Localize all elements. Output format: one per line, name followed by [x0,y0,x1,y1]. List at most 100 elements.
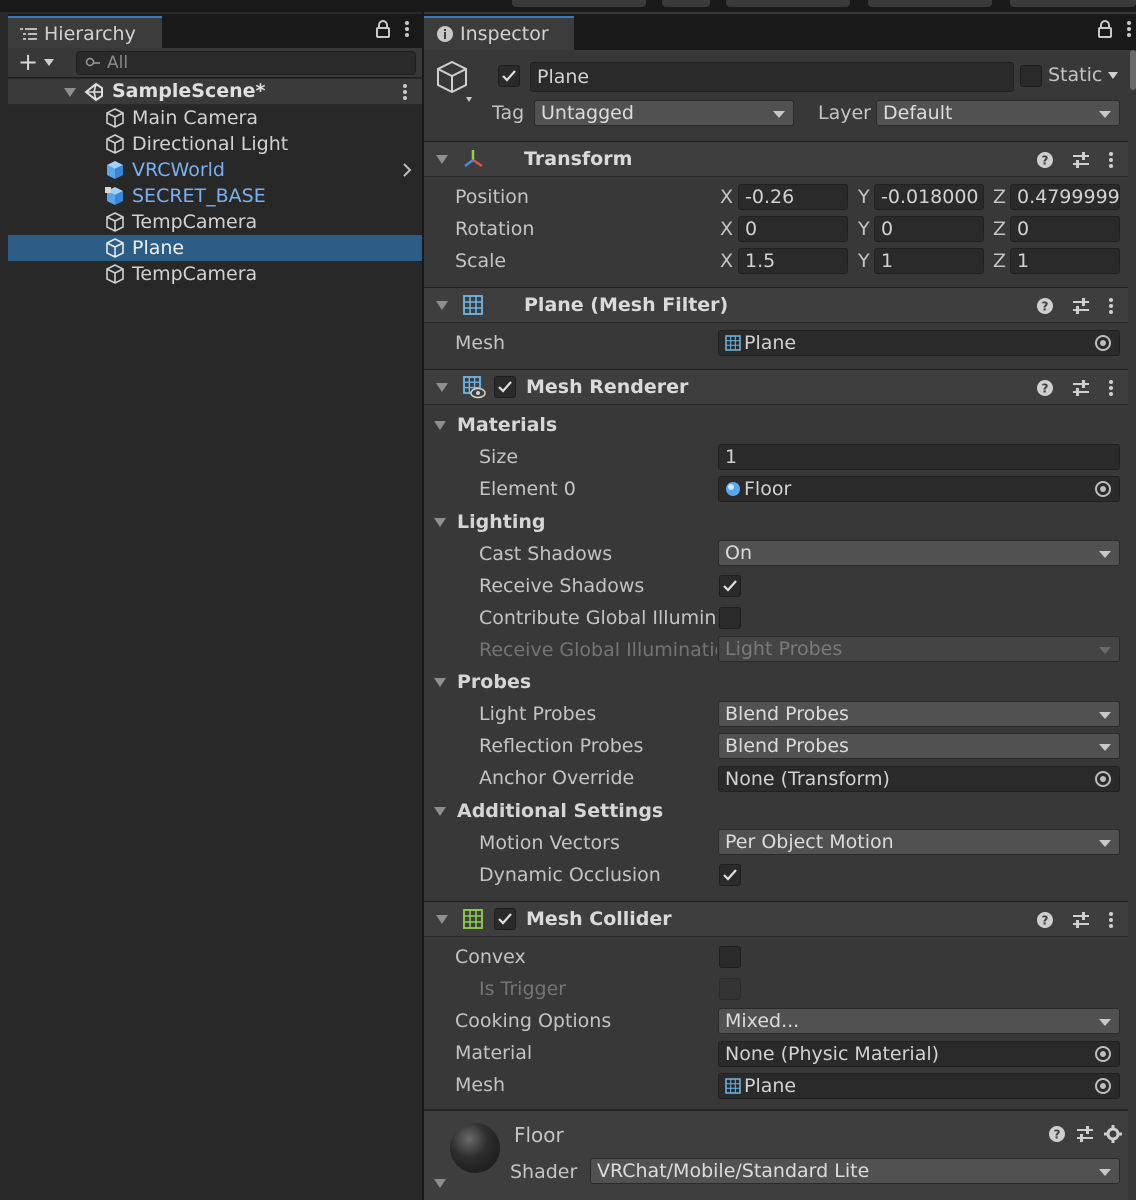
hierarchy-item-main-camera[interactable]: Main Camera [8,105,422,131]
checkmark-icon [498,913,512,925]
probes-foldout-icon[interactable] [434,678,446,687]
materials-foldout-icon[interactable] [434,421,446,430]
presets-icon[interactable] [1076,1125,1094,1143]
motion-vectors-dropdown[interactable]: Per Object Motion [718,829,1120,855]
receive-gi-dropdown: Light Probes [718,636,1120,662]
toolbar-button[interactable] [726,0,850,7]
receive-shadows-checkbox[interactable] [719,575,741,597]
static-dropdown[interactable]: Static [1048,64,1119,86]
lock-icon[interactable] [376,20,390,38]
collider-material-field[interactable]: None (Physic Material) [718,1041,1120,1067]
hierarchy-item-tempcamera-2[interactable]: TempCamera [8,261,422,287]
rotation-y-field[interactable]: 0 [874,216,984,242]
position-z-field[interactable]: 0.4799999 [1010,184,1120,210]
static-checkbox[interactable] [1020,65,1042,87]
object-picker-icon[interactable] [1095,481,1111,497]
mesh-filter-header[interactable]: Plane (Mesh Filter) ? [424,287,1128,323]
scale-x-field[interactable]: 1.5 [738,248,848,274]
scale-y-field[interactable]: 1 [874,248,984,274]
toolbar-button[interactable] [1010,0,1136,7]
scale-z-field[interactable]: 1 [1010,248,1120,274]
mesh-renderer-enabled-checkbox[interactable] [494,376,516,398]
help-icon[interactable]: ? [1048,1125,1066,1143]
more-options-icon[interactable] [1108,911,1114,929]
presets-icon[interactable] [1072,151,1090,169]
presets-icon[interactable] [1072,379,1090,397]
object-picker-icon[interactable] [1095,1046,1111,1062]
axis-x-label: X [720,186,734,208]
tag-dropdown[interactable]: Untagged [534,100,794,126]
more-options-icon[interactable] [1126,20,1132,38]
mesh-renderer-header[interactable]: Mesh Renderer ? [424,369,1128,405]
toolbar-button[interactable] [868,0,992,7]
foldout-arrow-icon[interactable] [434,1179,446,1188]
convex-checkbox[interactable] [719,946,741,968]
scene-options-icon[interactable] [402,83,408,101]
presets-icon[interactable] [1072,911,1090,929]
mesh-icon [725,335,741,351]
foldout-arrow-icon[interactable] [436,914,448,924]
help-icon[interactable]: ? [1036,297,1054,315]
mesh-collider-header[interactable]: Mesh Collider ? [424,901,1128,937]
more-options-icon[interactable] [1108,379,1114,397]
search-icon [85,57,100,67]
dynamic-occlusion-checkbox[interactable] [719,864,741,886]
search-input[interactable]: All [76,51,416,75]
help-icon[interactable]: ? [1036,911,1054,929]
toolbar-button[interactable] [512,0,646,7]
more-options-icon[interactable] [1108,297,1114,315]
collider-mesh-field[interactable]: Plane [718,1073,1120,1099]
light-probes-dropdown[interactable]: Blend Probes [718,701,1120,727]
mesh-collider-enabled-checkbox[interactable] [494,908,516,930]
presets-icon[interactable] [1072,297,1090,315]
rotation-z-field[interactable]: 0 [1010,216,1120,242]
shader-dropdown[interactable]: VRChat/Mobile/Standard Lite [590,1158,1120,1184]
additional-settings-foldout-icon[interactable] [434,807,446,816]
tab-hierarchy[interactable]: Hierarchy [8,16,162,50]
object-name-field[interactable]: Plane [530,62,1014,92]
anchor-override-field[interactable]: None (Transform) [718,766,1120,792]
chevron-right-icon[interactable] [402,163,412,177]
foldout-arrow-icon[interactable] [436,154,448,164]
foldout-arrow-icon[interactable] [436,300,448,310]
element0-object-field[interactable]: Floor [718,476,1120,502]
materials-size-field[interactable]: 1 [718,444,1120,470]
rotation-x-field[interactable]: 0 [738,216,848,242]
field-value: None (Transform) [725,768,890,790]
position-y-field[interactable]: -0.018000 [874,184,984,210]
foldout-arrow-icon[interactable] [436,382,448,392]
create-button[interactable]: + [18,50,55,74]
lock-icon[interactable] [1098,20,1112,38]
object-picker-icon[interactable] [1095,771,1111,787]
hierarchy-item-directional-light[interactable]: Directional Light [8,131,422,157]
hierarchy-item-plane[interactable]: Plane [8,235,422,261]
cast-shadows-dropdown[interactable]: On [718,540,1120,566]
gear-icon[interactable] [1104,1125,1122,1143]
active-checkbox[interactable] [498,65,520,87]
position-x-field[interactable]: -0.26 [738,184,848,210]
collider-material-label: Material [455,1042,533,1064]
help-icon[interactable]: ? [1036,379,1054,397]
lighting-foldout-icon[interactable] [434,518,446,527]
transform-header[interactable]: Transform ? [424,141,1128,177]
contribute-gi-checkbox[interactable] [719,607,741,629]
hierarchy-item-vrcworld[interactable]: VRCWorld [8,157,422,183]
toolbar-button[interactable] [662,0,710,7]
cooking-options-dropdown[interactable]: Mixed... [718,1008,1120,1034]
more-options-icon[interactable] [404,20,410,38]
hierarchy-item-tempcamera[interactable]: TempCamera [8,209,422,235]
hierarchy-item-secret-base[interactable]: SECRET_BASE [8,183,422,209]
mesh-object-field[interactable]: Plane [718,330,1120,356]
object-picker-icon[interactable] [1095,335,1111,351]
scene-row[interactable]: SampleScene* [8,79,422,105]
layer-dropdown[interactable]: Default [876,100,1120,126]
field-value: 1 [725,446,738,468]
scrollbar-thumb[interactable] [1130,50,1136,90]
help-icon[interactable]: ? [1036,151,1054,169]
expand-arrow-icon[interactable] [64,88,76,97]
reflection-probes-dropdown[interactable]: Blend Probes [718,733,1120,759]
more-options-icon[interactable] [1108,151,1114,169]
object-picker-icon[interactable] [1095,1078,1111,1094]
tab-inspector[interactable]: Inspector [424,16,574,50]
transform-icon [464,150,483,168]
